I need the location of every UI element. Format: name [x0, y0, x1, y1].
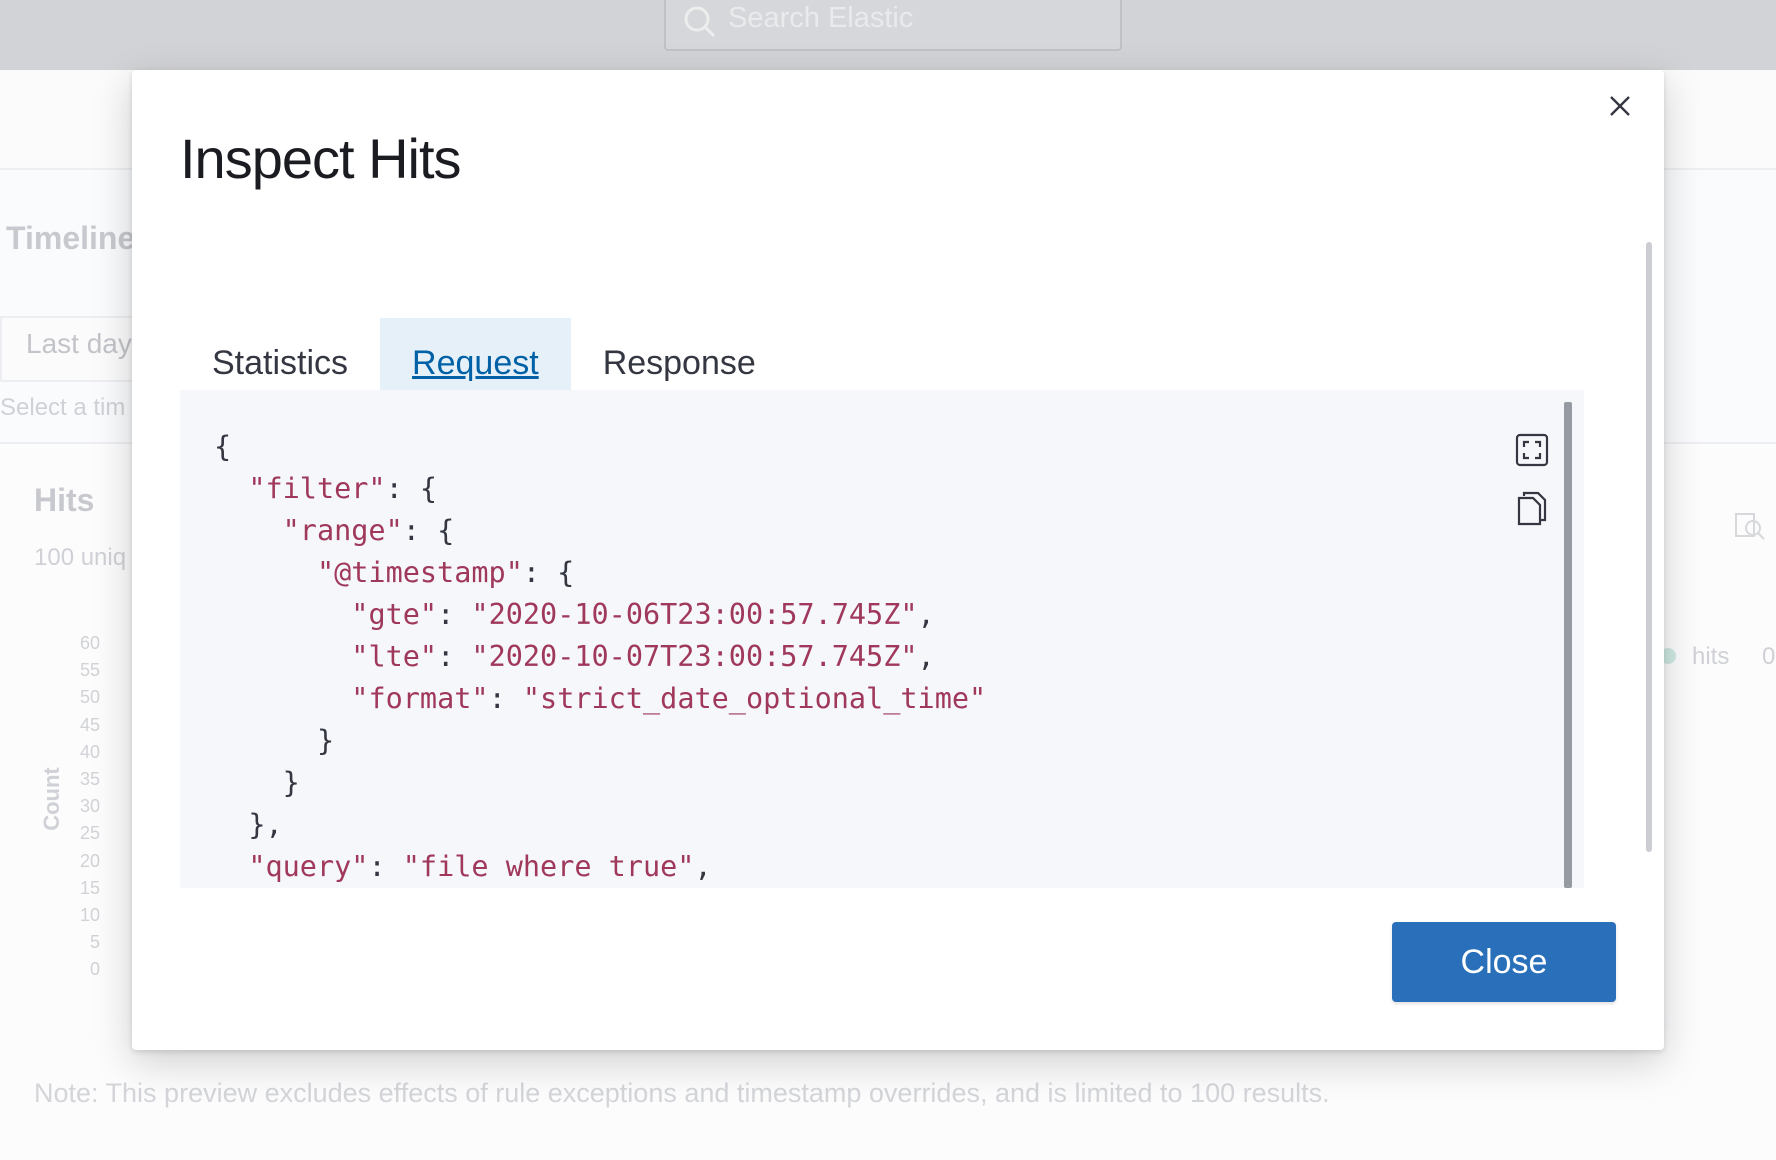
- inspect-tabs: Statistics Request Response: [180, 246, 1584, 412]
- search-placeholder: Search Elastic: [728, 2, 914, 34]
- y-tick-label: 0: [89, 959, 100, 980]
- json-key: "lte": [351, 640, 438, 673]
- y-tick-label: 55: [79, 660, 100, 681]
- close-button[interactable]: Close: [1392, 922, 1616, 1002]
- json-string: "strict_date_optional_time": [522, 682, 987, 715]
- json-punctuation: [214, 640, 351, 673]
- y-tick-label: 30: [79, 796, 100, 817]
- y-tick-label: 60: [79, 633, 100, 653]
- json-punctuation: },: [214, 808, 283, 841]
- json-punctuation: {: [214, 430, 232, 463]
- y-tick-label: 20: [79, 850, 100, 871]
- code-line: }: [214, 762, 986, 804]
- code-actions: [1512, 430, 1552, 528]
- y-tick-label: 40: [79, 741, 100, 762]
- json-punctuation: }: [214, 766, 300, 799]
- y-tick-label: 5: [89, 932, 100, 953]
- json-punctuation: :: [437, 598, 472, 631]
- request-json: { "filter": { "range": { "@timestamp": {…: [214, 426, 986, 888]
- json-punctuation: [214, 556, 317, 589]
- code-line: "filter": {: [214, 468, 986, 510]
- code-line: "@timestamp": {: [214, 552, 986, 594]
- json-punctuation: : {: [385, 472, 438, 505]
- json-string: "2020-10-07T23:00:57.745Z": [471, 640, 918, 673]
- json-punctuation: [214, 850, 248, 883]
- date-range-value: Last day: [26, 328, 132, 359]
- json-key: "filter": [248, 472, 386, 505]
- code-line: "gte": "2020-10-06T23:00:57.745Z",: [214, 594, 986, 636]
- y-tick-label: 50: [79, 687, 100, 708]
- json-punctuation: [214, 598, 351, 631]
- json-punctuation: :: [488, 682, 523, 715]
- page-title: Timeline: [6, 220, 136, 256]
- json-punctuation: [214, 472, 248, 505]
- copy-icon[interactable]: [1512, 488, 1552, 528]
- code-line: "format": "strict_date_optional_time": [214, 678, 986, 720]
- json-punctuation: : {: [522, 556, 575, 589]
- json-punctuation: ,: [917, 640, 935, 673]
- json-punctuation: [214, 514, 283, 547]
- json-punctuation: : {: [402, 514, 455, 547]
- json-punctuation: }: [214, 724, 335, 757]
- json-punctuation: :: [368, 850, 403, 883]
- inspect-modal: Inspect Hits Statistics Request Response…: [132, 70, 1664, 1050]
- close-icon[interactable]: [1600, 86, 1640, 126]
- y-tick-label: 35: [79, 769, 100, 790]
- json-string: "file where true": [402, 850, 695, 883]
- y-axis-ticks: 60 55 50 45 40 35 30 25 20 15 10 5 0: [70, 630, 100, 984]
- json-punctuation: [214, 682, 351, 715]
- json-string: "2020-10-06T23:00:57.745Z": [471, 598, 918, 631]
- request-code-block[interactable]: { "filter": { "range": { "@timestamp": {…: [180, 390, 1584, 888]
- legend-label: hits: [1692, 643, 1730, 670]
- y-axis-label: Count: [38, 767, 64, 831]
- json-punctuation: :: [437, 640, 472, 673]
- y-tick-label: 15: [79, 877, 100, 898]
- search-icon: [682, 4, 718, 48]
- hits-subtitle: 100 uniq: [34, 544, 127, 571]
- json-punctuation: ,: [917, 598, 935, 631]
- legend-value: 0: [1762, 643, 1776, 670]
- code-line: },: [214, 804, 986, 846]
- code-scrollbar[interactable]: [1564, 402, 1572, 888]
- y-tick-label: 10: [79, 905, 100, 926]
- json-key: "format": [351, 682, 489, 715]
- code-line: "query": "file where true",: [214, 846, 986, 888]
- inspect-icon[interactable]: [1734, 510, 1766, 547]
- top-header: Search Elastic: [0, 0, 1776, 70]
- json-key: "query": [248, 850, 369, 883]
- date-hint: Select a tim: [0, 394, 126, 421]
- modal-title: Inspect Hits: [180, 127, 462, 190]
- fullscreen-icon[interactable]: [1512, 430, 1552, 470]
- code-line: "lte": "2020-10-07T23:00:57.745Z",: [214, 636, 986, 678]
- json-key: "@timestamp": [316, 556, 523, 589]
- code-line: {: [214, 426, 986, 468]
- json-key: "gte": [351, 598, 438, 631]
- json-key: "range": [282, 514, 403, 547]
- code-line: "range": {: [214, 510, 986, 552]
- modal-scrollbar[interactable]: [1646, 242, 1652, 852]
- y-tick-label: 45: [79, 714, 100, 735]
- json-punctuation: ,: [694, 850, 712, 883]
- preview-note: Note: This preview excludes effects of r…: [34, 1078, 1330, 1108]
- y-tick-label: 25: [79, 823, 100, 844]
- global-search-input[interactable]: Search Elastic: [664, 0, 1122, 51]
- hits-title: Hits: [34, 482, 95, 518]
- code-line: }: [214, 720, 986, 762]
